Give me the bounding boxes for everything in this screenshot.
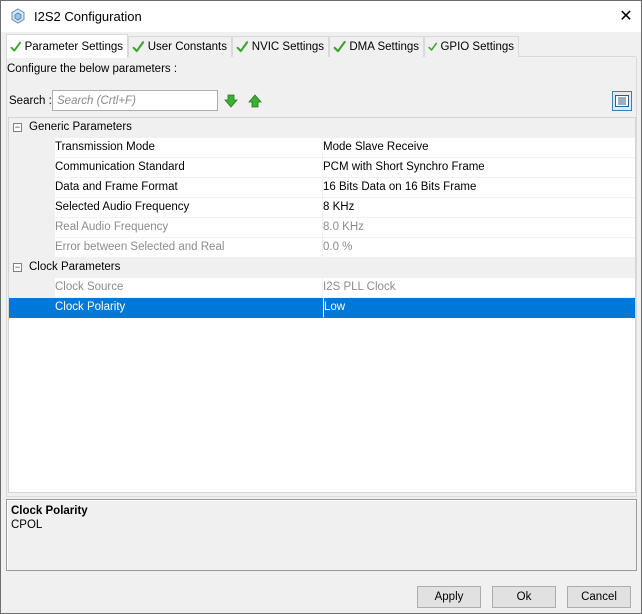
ok-button[interactable]: Ok — [492, 586, 556, 608]
check-icon — [132, 41, 145, 53]
description-title: Clock Polarity — [11, 505, 88, 517]
property-name: Selected Audio Frequency — [55, 198, 323, 218]
tab-label: DMA Settings — [349, 41, 419, 53]
configure-label: Configure the below parameters : — [7, 63, 178, 75]
tab-label: NVIC Settings — [251, 41, 324, 53]
property-value: 8.0 KHz — [323, 218, 635, 238]
check-icon — [333, 40, 346, 53]
group-label: Generic Parameters — [29, 121, 132, 133]
arrow-down-icon[interactable] — [224, 94, 238, 108]
property-row: Error between Selected and Real 0.0 % — [9, 238, 635, 258]
tab-label: GPIO Settings — [440, 41, 514, 53]
tab-dma-settings[interactable]: DMA Settings — [329, 36, 424, 57]
check-icon — [236, 41, 249, 53]
app-cube-icon — [11, 8, 25, 24]
property-name: Error between Selected and Real — [55, 238, 323, 258]
collapse-icon[interactable]: − — [13, 123, 22, 132]
collapse-icon[interactable]: − — [13, 263, 22, 272]
property-row[interactable]: Communication Standard PCM with Short Sy… — [9, 158, 635, 178]
property-row: Real Audio Frequency 8.0 KHz — [9, 218, 635, 238]
row-gutter — [9, 158, 55, 178]
tab-nvic-settings[interactable]: NVIC Settings — [232, 36, 329, 57]
window-title: I2S2 Configuration — [34, 9, 142, 24]
property-value: I2S PLL Clock — [323, 278, 635, 298]
row-gutter — [9, 238, 55, 258]
check-icon — [428, 42, 438, 51]
property-value[interactable]: Low — [323, 298, 635, 318]
search-label: Search : — [9, 95, 52, 107]
close-button[interactable]: ✕ — [611, 1, 641, 31]
property-row: Clock Source I2S PLL Clock — [9, 278, 635, 298]
property-value[interactable]: 8 KHz — [323, 198, 635, 218]
property-row[interactable]: Transmission Mode Mode Slave Receive — [9, 138, 635, 158]
row-gutter — [9, 178, 55, 198]
property-name: Real Audio Frequency — [55, 218, 323, 238]
row-gutter — [9, 138, 55, 158]
tab-user-constants[interactable]: User Constants — [128, 36, 232, 57]
property-grid: − Generic Parameters Transmission Mode M… — [8, 117, 636, 493]
title-bar: I2S2 Configuration ✕ — [1, 1, 641, 32]
parameter-settings-panel: Configure the below parameters : Search … — [6, 57, 637, 497]
property-value[interactable]: Mode Slave Receive — [323, 138, 635, 158]
list-view-button[interactable] — [612, 91, 632, 111]
row-gutter — [9, 218, 55, 238]
group-generic-parameters[interactable]: − Generic Parameters — [9, 118, 635, 138]
row-gutter — [9, 198, 55, 218]
property-name: Transmission Mode — [55, 138, 323, 158]
tab-label: User Constants — [147, 41, 227, 53]
property-row[interactable]: Data and Frame Format 16 Bits Data on 16… — [9, 178, 635, 198]
property-name: Data and Frame Format — [55, 178, 323, 198]
property-name: Clock Polarity — [55, 298, 323, 318]
tab-parameter-settings[interactable]: Parameter Settings — [6, 34, 128, 58]
property-name: Communication Standard — [55, 158, 323, 178]
cancel-button[interactable]: Cancel — [567, 586, 631, 608]
property-value: 0.0 % — [323, 238, 635, 258]
arrow-up-icon[interactable] — [248, 94, 262, 108]
tab-label: Parameter Settings — [24, 40, 123, 53]
tab-gpio-settings[interactable]: GPIO Settings — [424, 36, 519, 57]
property-value[interactable]: PCM with Short Synchro Frame — [323, 158, 635, 178]
group-clock-parameters[interactable]: − Clock Parameters — [9, 258, 635, 278]
list-view-icon — [615, 95, 629, 107]
close-icon: ✕ — [619, 8, 633, 25]
row-gutter — [9, 298, 55, 318]
property-row[interactable]: Selected Audio Frequency 8 KHz — [9, 198, 635, 218]
property-row-selected[interactable]: Clock Polarity Low — [9, 298, 635, 318]
description-text: CPOL — [11, 519, 43, 531]
description-panel: Clock Polarity CPOL — [6, 499, 637, 571]
property-value[interactable]: 16 Bits Data on 16 Bits Frame — [323, 178, 635, 198]
check-icon — [10, 41, 22, 52]
group-label: Clock Parameters — [29, 261, 121, 273]
search-input[interactable] — [52, 90, 218, 111]
row-gutter — [9, 278, 55, 298]
apply-button[interactable]: Apply — [417, 586, 481, 608]
tab-bar: Parameter Settings User Constants NVIC S… — [6, 34, 636, 58]
dialog-window: I2S2 Configuration ✕ Parameter Settings … — [0, 0, 642, 614]
property-name: Clock Source — [55, 278, 323, 298]
